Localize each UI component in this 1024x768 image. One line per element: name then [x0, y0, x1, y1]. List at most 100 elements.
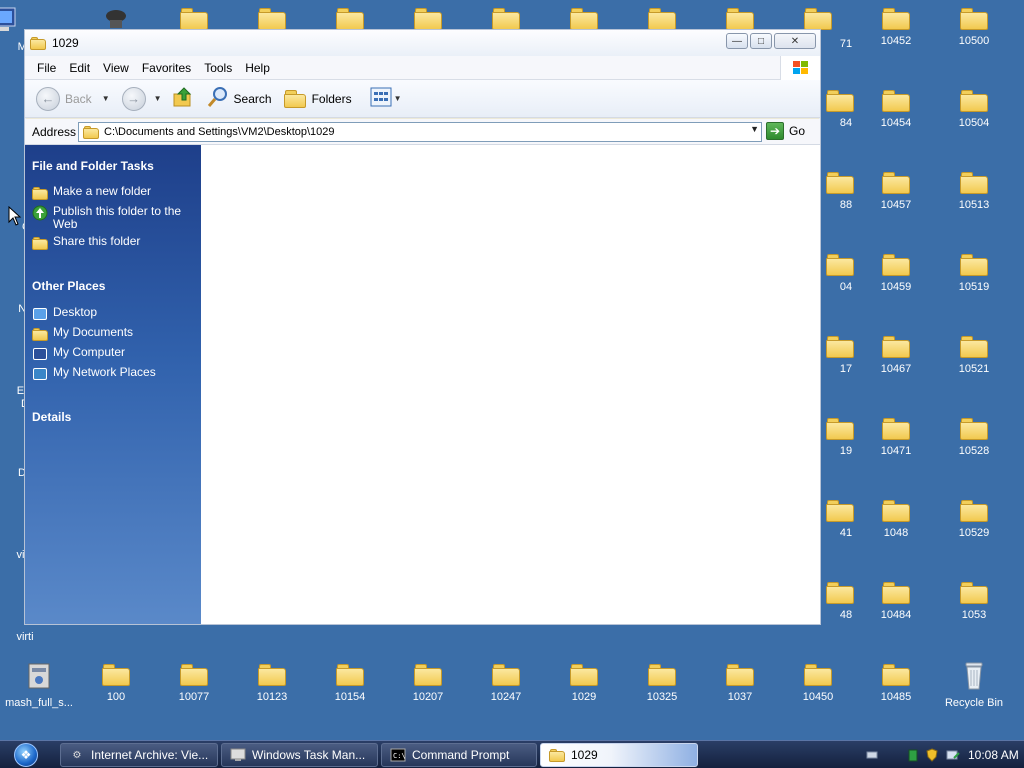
desktop-folder[interactable]: 1053: [935, 576, 1013, 652]
taskbar-button-internet-archive[interactable]: ⚙ Internet Archive: Vie...: [60, 743, 218, 767]
desktop-folder[interactable]: 10484: [857, 576, 935, 652]
close-button[interactable]: ✕: [774, 33, 816, 49]
task-manager-icon: [230, 748, 246, 762]
minimize-button[interactable]: —: [726, 33, 748, 49]
desktop-icon-label: 41: [839, 527, 853, 539]
desktop-icon-label: 04: [839, 281, 853, 293]
battery-icon[interactable]: [908, 748, 918, 762]
maximize-button[interactable]: □: [750, 33, 772, 49]
folder-icon: [804, 664, 832, 686]
window-title: 1029: [52, 36, 79, 50]
folder-icon: [882, 418, 910, 440]
desktop-folder[interactable]: 10521: [935, 330, 1013, 406]
folder-icon: [826, 500, 854, 522]
menu-help[interactable]: Help: [239, 61, 277, 75]
back-button[interactable]: ← Back: [36, 84, 92, 114]
system-tray: 10:08 AM: [866, 743, 1024, 767]
desktop-folder[interactable]: 10247: [467, 658, 545, 734]
views-dropdown-icon: ▼: [393, 94, 402, 103]
taskbar-button-1029[interactable]: 1029: [540, 743, 698, 767]
clock[interactable]: 10:08 AM: [968, 748, 1019, 762]
desktop-folder[interactable]: 10467: [857, 330, 935, 406]
desktop-icon-installer[interactable]: mash_full_s...: [0, 658, 78, 734]
desktop-folder[interactable]: 10519: [935, 248, 1013, 324]
toolbar: ← Back ▼ → ▼ Search Folders ▼: [25, 80, 820, 118]
folder-icon: [882, 172, 910, 194]
taskbar: ❖ ⚙ Internet Archive: Vie... Windows Tas…: [0, 740, 1024, 768]
search-button[interactable]: Search: [206, 84, 272, 114]
menu-edit[interactable]: Edit: [63, 61, 97, 75]
desktop-icon-recycle-bin[interactable]: Recycle Bin: [935, 658, 1013, 734]
place-my-documents[interactable]: My Documents: [32, 326, 197, 342]
desktop-folder[interactable]: 10452: [857, 2, 935, 78]
task-share-folder[interactable]: Share this folder: [32, 235, 197, 251]
desktop-folder[interactable]: 10485: [857, 658, 935, 734]
title-bar[interactable]: 1029 — □ ✕: [25, 30, 820, 56]
desktop-folder[interactable]: 10325: [623, 658, 701, 734]
browser-icon: ⚙: [72, 749, 82, 761]
folder-icon: [336, 8, 364, 30]
desktop-icon-label: 10454: [880, 117, 912, 129]
taskbar-button-label: Internet Archive: Vie...: [91, 748, 209, 762]
go-button[interactable]: ➔ Go: [766, 122, 805, 140]
details-title[interactable]: Details: [32, 410, 71, 424]
place-network-places[interactable]: My Network Places: [32, 366, 197, 382]
address-dropdown-icon[interactable]: ▼: [750, 124, 759, 134]
desktop-folder[interactable]: 10513: [935, 166, 1013, 242]
forward-button[interactable]: →: [121, 84, 146, 114]
folder-icon: [826, 90, 854, 112]
folders-button[interactable]: Folders: [283, 84, 352, 114]
desktop-folder[interactable]: 10459: [857, 248, 935, 324]
folder-icon: [960, 172, 988, 194]
desktop-folder[interactable]: 100: [77, 658, 155, 734]
desktop-folder[interactable]: 1048: [857, 494, 935, 570]
views-button[interactable]: ▼: [370, 84, 408, 114]
desktop-folder[interactable]: 1029: [545, 658, 623, 734]
other-places-title[interactable]: Other Places: [32, 279, 105, 293]
address-input[interactable]: C:\Documents and Settings\VM2\Desktop\10…: [78, 122, 762, 142]
desktop-folder[interactable]: 10504: [935, 84, 1013, 160]
keyboard-icon[interactable]: [866, 750, 878, 760]
forward-dropdown-icon[interactable]: ▼: [154, 94, 162, 103]
desktop-icon-label: 10450: [802, 691, 834, 703]
folder-icon: [960, 336, 988, 358]
file-folder-tasks-title[interactable]: File and Folder Tasks: [32, 159, 154, 173]
menu-file[interactable]: File: [31, 61, 63, 75]
taskbar-button-label: Windows Task Man...: [252, 748, 366, 762]
taskbar-button-task-manager[interactable]: Windows Task Man...: [221, 743, 378, 767]
task-make-new-folder[interactable]: Make a new folder: [32, 185, 197, 201]
my-computer-icon: [32, 346, 48, 362]
desktop-folder[interactable]: 10207: [389, 658, 467, 734]
desktop-folder[interactable]: 10528: [935, 412, 1013, 488]
folder-icon: [826, 254, 854, 276]
desktop-folder[interactable]: 10077: [155, 658, 233, 734]
desktop-folder[interactable]: 10123: [233, 658, 311, 734]
desktop-icon-label: 1048: [883, 527, 909, 539]
place-my-computer[interactable]: My Computer: [32, 346, 197, 362]
task-publish-web[interactable]: Publish this folder to the Web: [32, 205, 197, 231]
menu-favorites[interactable]: Favorites: [136, 61, 198, 75]
desktop-folder[interactable]: 10457: [857, 166, 935, 242]
desktop-folder[interactable]: 10529: [935, 494, 1013, 570]
up-folder-button[interactable]: [172, 84, 194, 114]
desktop-folder[interactable]: 10454: [857, 84, 935, 160]
desktop-icon-label: Recycle Bin: [944, 697, 1004, 709]
network-status-icon[interactable]: [946, 748, 960, 762]
security-shield-icon[interactable]: [926, 748, 938, 762]
start-button[interactable]: ❖: [3, 742, 49, 768]
desktop-folder[interactable]: 10471: [857, 412, 935, 488]
desktop-folder[interactable]: 10154: [311, 658, 389, 734]
menu-view[interactable]: View: [97, 61, 136, 75]
desktop-icon-label: 10077: [178, 691, 210, 703]
back-dropdown-icon[interactable]: ▼: [102, 94, 110, 103]
desktop-folder[interactable]: 10500: [935, 2, 1013, 78]
taskbar-button-command-prompt[interactable]: C:\ Command Prompt: [381, 743, 537, 767]
folder-icon: [826, 418, 854, 440]
folder-content-area[interactable]: [201, 145, 820, 624]
desktop-folder[interactable]: 1037: [701, 658, 779, 734]
place-desktop[interactable]: Desktop: [32, 306, 197, 322]
menu-tools[interactable]: Tools: [198, 61, 239, 75]
folder-icon: [492, 664, 520, 686]
explorer-window: 1029 — □ ✕ File Edit View Favorites Tool…: [24, 29, 821, 625]
desktop-folder[interactable]: 10450: [779, 658, 857, 734]
